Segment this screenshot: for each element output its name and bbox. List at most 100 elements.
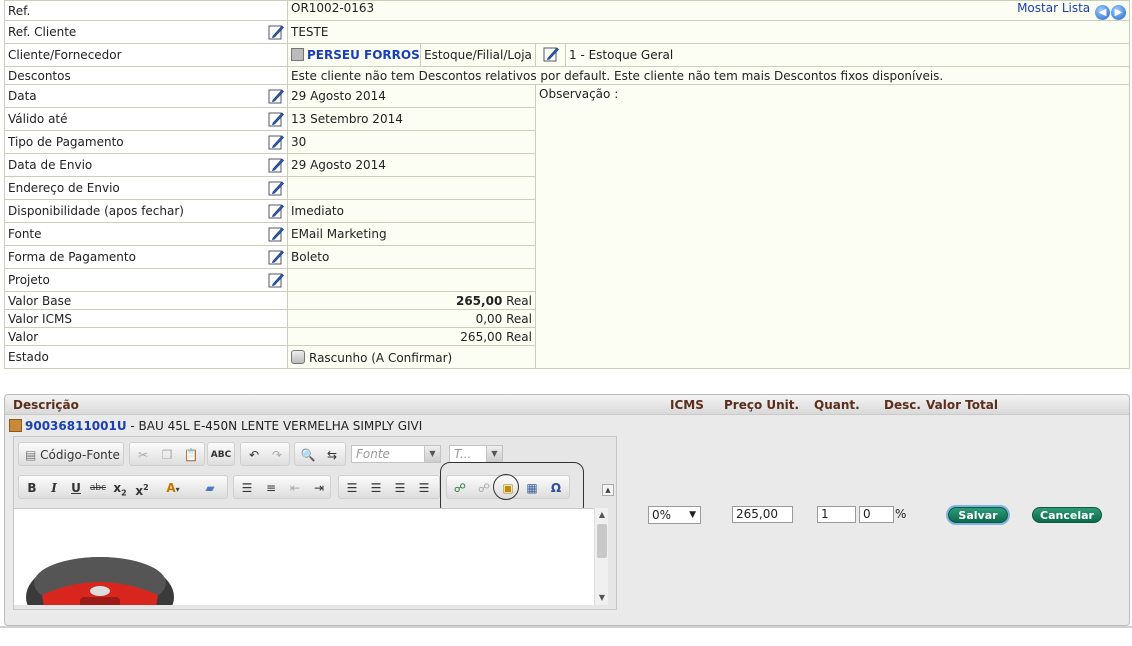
unit-price-input[interactable]: 265,00 bbox=[732, 506, 793, 523]
align-right-icon[interactable]: ☰ bbox=[389, 478, 411, 498]
cliente-label: Cliente/Fornecedor bbox=[4, 43, 288, 67]
tipo-pagamento-label: Tipo de Pagamento bbox=[8, 135, 124, 149]
row-ref-cliente: Ref. Cliente TESTE bbox=[4, 20, 1130, 44]
redo-icon[interactable]: ↷ bbox=[266, 445, 288, 465]
valor-icms-label: Valor ICMS bbox=[4, 309, 288, 328]
col-descricao: Descrição bbox=[13, 398, 79, 412]
edit-pencil-icon[interactable] bbox=[268, 226, 284, 242]
scroll-down-icon[interactable]: ▼ bbox=[597, 593, 607, 603]
spellcheck-icon[interactable]: ABC bbox=[210, 445, 232, 465]
ref-label: Ref. bbox=[4, 0, 288, 21]
col-desc: Desc. bbox=[884, 398, 921, 412]
align-center-icon[interactable]: ☰ bbox=[365, 478, 387, 498]
font-select[interactable]: Fonte ▼ bbox=[351, 445, 441, 463]
strikethrough-icon[interactable]: abc bbox=[87, 478, 109, 498]
product-box-icon bbox=[9, 419, 22, 432]
ref-cliente-label: Ref. Cliente bbox=[8, 25, 77, 39]
subscript-icon[interactable]: x2 bbox=[109, 478, 131, 498]
bold-icon[interactable]: B bbox=[21, 478, 43, 498]
ref-value: OR1002-0163 bbox=[291, 1, 375, 16]
next-arrow-icon[interactable]: ▶ bbox=[1111, 5, 1126, 20]
draft-status-icon bbox=[291, 349, 305, 364]
observacao-label: Observação : bbox=[539, 87, 619, 101]
icms-select[interactable]: 0% ▼ bbox=[648, 506, 701, 524]
quantity-input[interactable]: 1 bbox=[817, 506, 856, 523]
superscript-icon[interactable]: x2 bbox=[131, 478, 153, 498]
currency-label: Real bbox=[506, 293, 532, 308]
company-icon bbox=[291, 48, 304, 61]
col-quant: Quant. bbox=[814, 398, 860, 412]
stock-value: 1 - Estoque Geral bbox=[565, 43, 1130, 67]
replace-icon[interactable]: ⇆ bbox=[321, 445, 343, 465]
edit-pencil-icon[interactable] bbox=[268, 134, 284, 150]
col-total: Valor Total bbox=[926, 398, 998, 412]
footer-divider bbox=[0, 626, 1132, 628]
font-select-label: Fonte bbox=[356, 447, 390, 461]
save-button[interactable]: Salvar bbox=[948, 507, 1008, 523]
ref-cliente-value: TESTE bbox=[287, 20, 1130, 44]
underline-icon[interactable]: U bbox=[65, 478, 87, 498]
edit-pencil-icon[interactable] bbox=[268, 157, 284, 173]
align-left-icon[interactable]: ☰ bbox=[341, 478, 363, 498]
projeto-label: Projeto bbox=[8, 273, 50, 287]
source-code-button[interactable]: ▤ Código-Fonte bbox=[21, 445, 121, 465]
valor-base-value: 265,00 bbox=[455, 293, 503, 308]
edit-pencil-icon[interactable] bbox=[268, 24, 284, 40]
chevron-down-icon: ▼ bbox=[689, 510, 696, 520]
source-code-label: Código-Fonte bbox=[40, 448, 120, 462]
cut-icon[interactable]: ✂ bbox=[132, 445, 154, 465]
editor-scrollbar[interactable]: ▲ ▼ bbox=[594, 508, 608, 605]
size-select[interactable]: T... ▼ bbox=[449, 445, 503, 463]
previous-arrow-icon[interactable]: ◀ bbox=[1095, 5, 1110, 20]
valor-icms-value: 0,00 bbox=[475, 311, 503, 326]
justify-icon[interactable]: ☰ bbox=[413, 478, 435, 498]
scroll-thumb[interactable] bbox=[597, 524, 607, 558]
disponibilidade-label: Disponibilidade (apos fechar) bbox=[8, 204, 184, 218]
show-list-nav: Mostar Lista ◀ ▶ bbox=[1017, 2, 1126, 20]
editor-content-area[interactable] bbox=[14, 508, 606, 605]
edit-pencil-icon[interactable] bbox=[268, 180, 284, 196]
text-color-icon[interactable]: A▾ bbox=[159, 478, 187, 498]
cliente-link[interactable]: PERSEU FORROS bbox=[307, 48, 420, 62]
chevron-down-icon: ▼ bbox=[424, 446, 440, 462]
estado-value: Rascunho (A Confirmar) bbox=[309, 350, 453, 365]
estado-label: Estado bbox=[4, 345, 288, 369]
row-cliente: Cliente/Fornecedor PERSEU FORROS Estoque… bbox=[4, 43, 1130, 67]
endereco-value bbox=[287, 176, 536, 200]
projeto-value bbox=[287, 268, 536, 292]
edit-pencil-icon[interactable] bbox=[268, 203, 284, 219]
numbered-list-icon[interactable]: ☰ bbox=[236, 478, 258, 498]
edit-pencil-icon[interactable] bbox=[268, 111, 284, 127]
cancel-button[interactable]: Cancelar bbox=[1032, 507, 1102, 523]
collapse-toolbar-icon[interactable]: ▲ bbox=[602, 484, 614, 496]
edit-pencil-icon[interactable] bbox=[268, 272, 284, 288]
row-data: Data 29 Agosto 2014 Observação : bbox=[4, 84, 1130, 369]
observacao-cell[interactable]: Observação : bbox=[535, 84, 1130, 369]
show-list-link[interactable]: Mostar Lista bbox=[1017, 2, 1090, 16]
edit-pencil-icon[interactable] bbox=[268, 88, 284, 104]
italic-icon[interactable]: I bbox=[43, 478, 65, 498]
outdent-icon[interactable]: ⇤ bbox=[284, 478, 306, 498]
order-lines-panel: Descrição ICMS Preço Unit. Quant. Desc. … bbox=[4, 394, 1130, 626]
copy-icon[interactable]: ❐ bbox=[156, 445, 178, 465]
bullet-list-icon[interactable]: ≡ bbox=[260, 478, 282, 498]
discount-input[interactable]: 0 bbox=[859, 506, 894, 523]
currency-label: Real bbox=[506, 311, 532, 326]
indent-icon[interactable]: ⇥ bbox=[308, 478, 330, 498]
undo-icon[interactable]: ↶ bbox=[243, 445, 265, 465]
product-image bbox=[26, 557, 174, 605]
paste-icon[interactable]: 📋 bbox=[180, 445, 202, 465]
edit-pencil-icon[interactable] bbox=[543, 46, 559, 62]
product-code-link[interactable]: 90036811001U bbox=[25, 419, 127, 433]
valor-base-label: Valor Base bbox=[4, 291, 288, 310]
tipo-pagamento-value: 30 bbox=[287, 130, 536, 154]
description-editor: ▤ Código-Fonte ✂ ❐ 📋 ABC ↶ ↷ 🔍 ⇆ Fonte ▼ … bbox=[13, 436, 617, 610]
edit-pencil-icon[interactable] bbox=[268, 249, 284, 265]
descontos-label: Descontos bbox=[4, 66, 288, 85]
endereco-label: Endereço de Envio bbox=[8, 181, 120, 195]
find-icon[interactable]: 🔍 bbox=[297, 445, 319, 465]
percent-symbol: % bbox=[895, 507, 907, 521]
order-info-table: Ref. OR1002-0163 Mostar Lista ◀ ▶ Ref. Cl… bbox=[4, 0, 1130, 369]
eraser-icon[interactable]: ▰ bbox=[199, 478, 221, 498]
scroll-up-icon[interactable]: ▲ bbox=[597, 510, 607, 520]
